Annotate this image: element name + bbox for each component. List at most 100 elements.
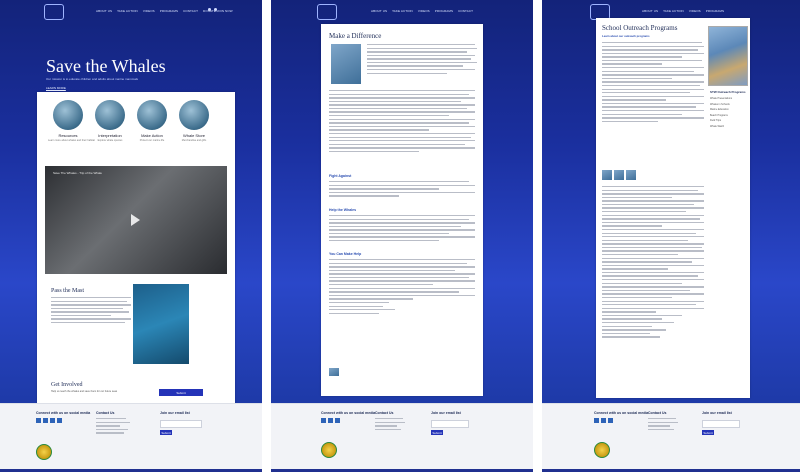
get-involved-text: Help us reach the whales and save them f… (51, 390, 118, 393)
article-subheading: Fight Against (329, 174, 352, 178)
map-image (133, 284, 189, 364)
hero-subtitle: Our mission is to educate children and a… (46, 77, 139, 81)
twitter-icon[interactable] (328, 418, 333, 423)
footer: Connect with us on social media Contact … (271, 403, 533, 469)
outreach-card: School Outreach Programs Learn about our… (596, 18, 750, 398)
article-subheading: You Can Make Help (329, 252, 362, 256)
outreach-image (614, 170, 624, 180)
contact-text (96, 418, 130, 436)
email-field[interactable] (702, 420, 740, 428)
article-body (329, 181, 475, 199)
cart-icon[interactable] (214, 8, 217, 11)
sidebar-item[interactable]: Whale Watch (710, 125, 732, 128)
social-icons (321, 418, 340, 423)
play-icon[interactable] (131, 214, 140, 226)
facebook-icon[interactable] (594, 418, 599, 423)
feature-title: Interpretation (98, 133, 122, 138)
contact-text (375, 418, 405, 432)
social-icons (36, 418, 62, 423)
learn-more-link[interactable]: LEARN MORE (46, 86, 66, 90)
hero-title: Save the Whales (46, 56, 166, 76)
award-badge-icon (321, 442, 337, 458)
outreach-image (626, 170, 636, 180)
menu-item[interactable]: VIDEOS (143, 9, 155, 13)
menu-item[interactable]: ABOUT US (371, 9, 387, 13)
footer-social-heading: Connect with us on social media (321, 411, 376, 415)
instagram-icon[interactable] (608, 418, 613, 423)
twitter-icon[interactable] (601, 418, 606, 423)
menu-item[interactable]: TAKE ACTION (663, 9, 684, 13)
get-involved-title: Get Involved (51, 382, 83, 388)
menu-item[interactable]: CONTACT (458, 9, 473, 13)
footer-social-heading: Connect with us on social media (36, 411, 91, 415)
footer: Connect with us on social media Contact … (0, 403, 262, 469)
main-menu: ABOUT US TAKE ACTION VIDEOS PROGRAMS CON… (371, 9, 473, 13)
article-image (331, 44, 361, 84)
menu-item[interactable]: PROGRAMS (435, 9, 453, 13)
outreach-subtitle: Learn about our outreach programs (602, 34, 650, 38)
feature-title: Resources (58, 133, 78, 138)
feature-image[interactable] (179, 100, 209, 130)
sidebar-title: STW Outreach Programs (710, 90, 746, 94)
menu-item[interactable]: PROGRAMS (160, 9, 178, 13)
nav-bar: ABOUT US TAKE ACTION VIDEOS PROGRAMS CON… (271, 0, 533, 22)
twitter-icon[interactable] (43, 418, 48, 423)
sidebar-item[interactable]: Beach Programs (710, 114, 732, 117)
subscribe-button[interactable]: Submit (431, 430, 443, 435)
facebook-icon[interactable] (321, 418, 326, 423)
footer-email-heading: Join our email list (431, 411, 461, 415)
instagram-icon[interactable] (335, 418, 340, 423)
email-field[interactable] (160, 420, 202, 428)
subscribe-button[interactable]: Submit (160, 430, 172, 435)
social-icons (594, 418, 613, 423)
feature-text: Merchandise and gifts (181, 139, 207, 142)
feature-title: Whale Store (182, 133, 205, 138)
feature-image[interactable] (95, 100, 125, 130)
search-icon[interactable] (208, 8, 211, 11)
menu-item[interactable]: CONTACT (183, 9, 198, 13)
sidebar-item[interactable]: Whales in Schools (710, 103, 732, 106)
video-player[interactable]: Save The Whales - Trip of the Whale (45, 166, 227, 274)
outreach-text (602, 42, 704, 124)
footer-contact-heading: Contact Us (648, 411, 667, 415)
menu-item[interactable]: ABOUT US (96, 9, 112, 13)
submit-button[interactable]: Submit (159, 389, 203, 396)
footer-social-heading: Connect with us on social media (594, 411, 649, 415)
section-title: Pass the Mast (51, 288, 84, 294)
footer: Connect with us on social media Contact … (542, 403, 800, 469)
footer-email-heading: Join our email list (702, 411, 732, 415)
menu-item[interactable]: TAKE ACTION (392, 9, 413, 13)
sidebar-item[interactable]: Whale Presentations (710, 97, 732, 100)
subscribe-button[interactable]: Submit (702, 430, 714, 435)
sidebar-item[interactable]: Marine Education (710, 108, 732, 111)
menu-item[interactable]: VIDEOS (418, 9, 430, 13)
feature-image[interactable] (53, 100, 83, 130)
feature-image[interactable] (137, 100, 167, 130)
footer-email-heading: Join our email list (160, 411, 190, 415)
article-body (329, 259, 475, 316)
site-logo[interactable] (44, 4, 64, 20)
menu-item[interactable]: PROGRAMS (706, 9, 724, 13)
email-field[interactable] (431, 420, 469, 428)
award-badge-icon (36, 444, 52, 460)
feature-text: Explore whale species (97, 139, 123, 142)
article-intro (367, 44, 477, 76)
award-badge-icon (594, 442, 610, 458)
sidebar-item[interactable]: Field Trips (710, 119, 732, 122)
outreach-page-screenshot: ABOUT US TAKE ACTION VIDEOS PROGRAMS Sch… (542, 0, 800, 472)
menu-item[interactable]: ABOUT US (642, 9, 658, 13)
contact-text (648, 418, 678, 432)
feature-text: Protect our marine life (139, 139, 165, 142)
site-logo[interactable] (317, 4, 337, 20)
feature-text: Learn more about whales and their habita… (48, 139, 95, 142)
instagram-icon[interactable] (50, 418, 55, 423)
outreach-text (602, 186, 704, 340)
footer-contact-heading: Contact Us (375, 411, 394, 415)
article-body (329, 90, 475, 154)
menu-item[interactable]: VIDEOS (689, 9, 701, 13)
home-page-screenshot: ABOUT US TAKE ACTION VIDEOS PROGRAMS CON… (0, 0, 262, 472)
feature-title: Make Action (141, 133, 163, 138)
facebook-icon[interactable] (36, 418, 41, 423)
menu-item[interactable]: TAKE ACTION (117, 9, 138, 13)
youtube-icon[interactable] (57, 418, 62, 423)
